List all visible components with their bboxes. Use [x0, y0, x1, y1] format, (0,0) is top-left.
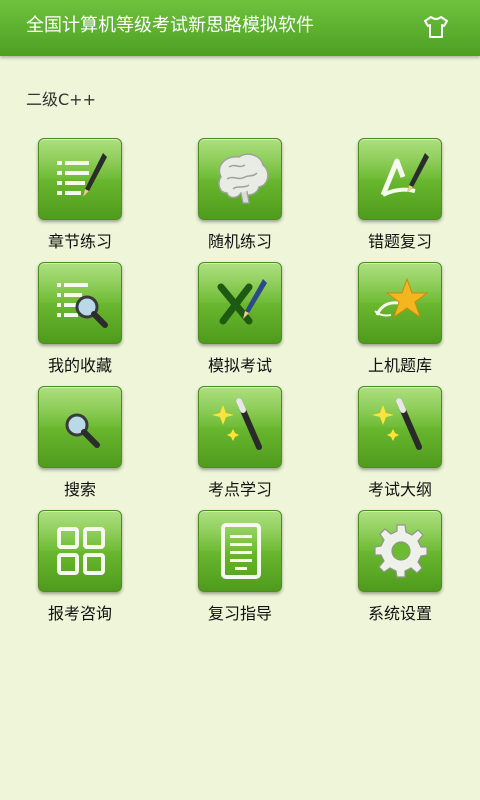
menu-tile-button[interactable] — [198, 386, 282, 468]
menu-item-favorites[interactable]: 我的收藏 — [20, 262, 140, 386]
menu-item-label: 考点学习 — [207, 480, 272, 499]
menu-item-review-guide[interactable]: 复习指导 — [180, 510, 300, 634]
shirt-icon — [424, 16, 448, 38]
magic-wand-icon — [372, 398, 422, 450]
menu-item-label: 随机练习 — [207, 232, 272, 251]
menu-tile-button[interactable] — [358, 262, 442, 344]
chapter-list-pen-icon — [57, 153, 107, 197]
menu-item-label: 错题复习 — [367, 232, 432, 251]
menu-tile-button[interactable] — [38, 510, 122, 592]
menu-item-chapter-practice[interactable]: 章节练习 — [20, 138, 140, 262]
list-magnifier-icon — [57, 283, 108, 328]
menu-item-search[interactable]: 搜索 — [20, 386, 140, 510]
menu-tile-button[interactable] — [358, 510, 442, 592]
section-title: 二级C++ — [26, 90, 96, 109]
star-icon — [374, 277, 429, 319]
menu-tile-button[interactable] — [198, 138, 282, 220]
menu-item-mock-exam[interactable]: 模拟考试 — [180, 262, 300, 386]
menu-item-label: 我的收藏 — [47, 356, 112, 375]
x-pen-icon — [217, 279, 267, 325]
grid-icon — [57, 527, 105, 575]
menu-item-label: 章节练习 — [47, 232, 112, 251]
menu-tile-button[interactable] — [38, 138, 122, 220]
menu-tile-button[interactable] — [38, 386, 122, 468]
brain-icon — [218, 153, 269, 204]
menu-item-wrong-review[interactable]: 错题复习 — [340, 138, 460, 262]
menu-item-label: 报考咨询 — [47, 604, 112, 623]
menu-tile-button[interactable] — [38, 262, 122, 344]
magic-wand-icon — [212, 398, 262, 450]
menu-item-label: 搜索 — [63, 480, 96, 499]
search-icon — [65, 413, 100, 448]
app-header: 全国计算机等级考试新思路模拟软件 — [0, 0, 480, 56]
menu-item-system-settings[interactable]: 系统设置 — [340, 510, 460, 634]
menu-item-label: 系统设置 — [367, 604, 432, 623]
menu-item-label: 上机题库 — [367, 356, 432, 375]
menu-item-exam-outline[interactable]: 考试大纲 — [340, 386, 460, 510]
menu-tile-button[interactable] — [358, 138, 442, 220]
document-icon — [221, 523, 261, 579]
menu-item-label: 考试大纲 — [367, 480, 432, 499]
menu-item-computer-bank[interactable]: 上机题库 — [340, 262, 460, 386]
menu-tile-button[interactable] — [358, 386, 442, 468]
menu-tile-button[interactable] — [198, 510, 282, 592]
app-title: 全国计算机等级考试新思路模拟软件 — [26, 15, 314, 36]
gear-icon — [374, 524, 428, 578]
menu-item-label: 模拟考试 — [207, 356, 272, 375]
menu-item-random-practice[interactable]: 随机练习 — [180, 138, 300, 262]
menu-item-key-points[interactable]: 考点学习 — [180, 386, 300, 510]
review-pen-icon — [380, 153, 429, 197]
menu-item-label: 复习指导 — [207, 604, 272, 623]
theme-button[interactable] — [422, 14, 450, 40]
menu-item-registration-info[interactable]: 报考咨询 — [20, 510, 140, 634]
menu-tile-button[interactable] — [198, 262, 282, 344]
